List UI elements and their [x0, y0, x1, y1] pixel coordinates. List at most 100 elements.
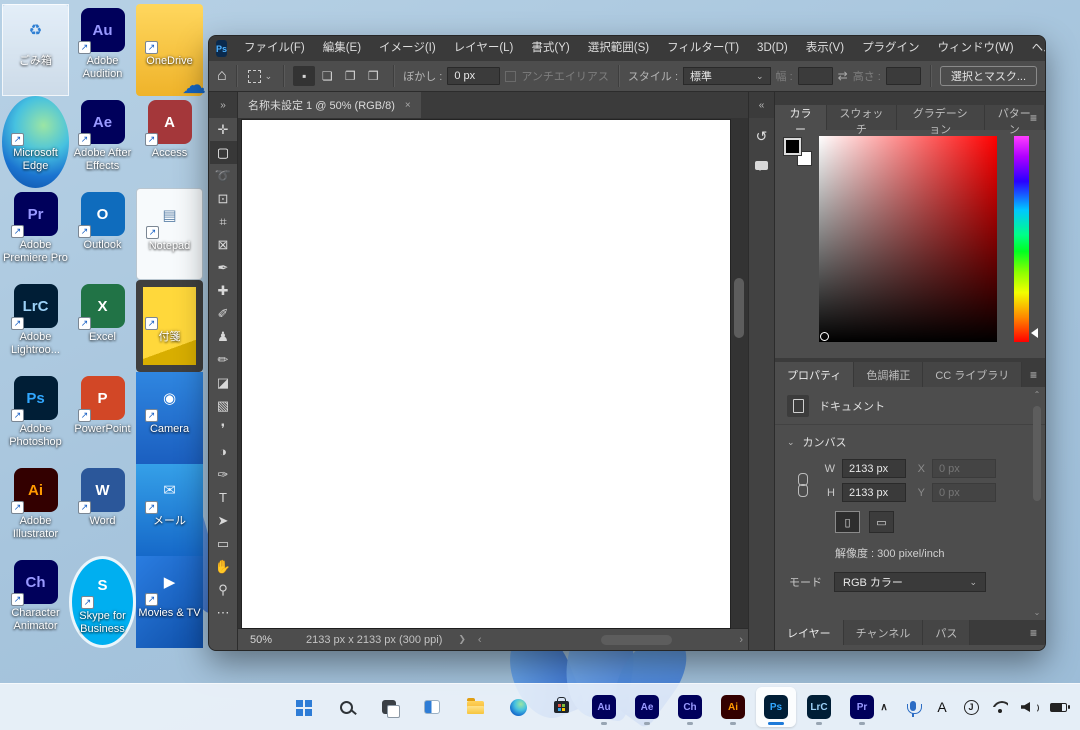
height-input[interactable]: [886, 67, 921, 85]
scroll-left-icon[interactable]: ‹: [478, 634, 482, 646]
tab-properties[interactable]: プロパティ: [775, 362, 854, 387]
panel-menu-icon[interactable]: ≡: [1030, 105, 1037, 130]
hue-slider-marker[interactable]: [1026, 328, 1038, 338]
hand-tool[interactable]: ✋: [210, 555, 237, 578]
ime-mode-a[interactable]: A: [932, 687, 952, 727]
edit-toolbar-button[interactable]: ⋯: [210, 601, 237, 624]
menu-plugins[interactable]: プラグイン: [853, 36, 929, 61]
frame-tool[interactable]: ⊠: [210, 233, 237, 256]
start-button[interactable]: [283, 687, 323, 727]
landscape-orientation-button[interactable]: ▭: [869, 511, 894, 533]
menu-3d[interactable]: 3D(D): [748, 36, 797, 61]
subtract-selection-mode[interactable]: ❐: [339, 66, 361, 86]
powerpoint[interactable]: P ↗ PowerPoint: [69, 372, 136, 464]
panel-menu-icon[interactable]: ≡: [1030, 362, 1037, 387]
panel-menu-icon[interactable]: ≡: [1030, 620, 1037, 645]
movies-tv[interactable]: ▶ ↗ Movies & TV: [136, 556, 203, 648]
scroll-right-icon[interactable]: ›: [739, 634, 743, 646]
width-input[interactable]: [798, 67, 833, 85]
status-chevron-icon[interactable]: ❯: [458, 634, 466, 645]
object-selection-tool[interactable]: ⊡: [210, 187, 237, 210]
dock-collapse-icon[interactable]: «: [749, 92, 774, 118]
tab-color[interactable]: カラー: [775, 105, 827, 130]
store-button[interactable]: [541, 687, 581, 727]
menu-type[interactable]: 書式(Y): [522, 36, 578, 61]
rectangular-marquee-tool[interactable]: ▢: [210, 141, 237, 164]
canvas-width-input[interactable]: 2133 px: [842, 459, 906, 478]
adobe-illustrator[interactable]: Ai ↗ Adobe Illustrator: [2, 464, 69, 556]
widgets-button[interactable]: [412, 687, 452, 727]
notepad[interactable]: ▤ ↗ Notepad: [136, 188, 203, 280]
menu-view[interactable]: 表示(V): [797, 36, 853, 61]
path-selection-tool[interactable]: ➤: [210, 509, 237, 532]
feather-input[interactable]: 0 px: [447, 67, 500, 85]
blur-tool[interactable]: ❜: [210, 417, 237, 440]
type-tool[interactable]: T: [210, 486, 237, 509]
eraser-tool[interactable]: ◪: [210, 371, 237, 394]
link-dimensions-icon[interactable]: [797, 473, 807, 497]
saturation-brightness-field[interactable]: [819, 136, 997, 342]
taskbar-photoshop[interactable]: Ps: [756, 687, 796, 727]
tab-adjustments[interactable]: 色調補正: [854, 362, 923, 387]
taskbar-lightroom[interactable]: LrC: [799, 687, 839, 727]
menu-help[interactable]: ヘルプ(H): [1023, 36, 1046, 61]
healing-brush-tool[interactable]: ✚: [210, 279, 237, 302]
tab-paths[interactable]: パス: [923, 620, 970, 645]
outlook[interactable]: O ↗ Outlook: [69, 188, 136, 280]
canvas-section-header[interactable]: ⌄ カンバス: [775, 425, 1045, 454]
taskbar-illustrator[interactable]: Ai: [713, 687, 753, 727]
sticky-notes[interactable]: ↗ 付箋: [136, 280, 203, 372]
history-panel-icon[interactable]: ↺: [751, 125, 773, 147]
foreground-color-swatch[interactable]: [784, 138, 801, 155]
horizontal-scrollbar[interactable]: ‹ ›: [478, 634, 743, 646]
canvas[interactable]: [242, 120, 730, 628]
adobe-photoshop[interactable]: Ps ↗ Adobe Photoshop: [2, 372, 69, 464]
panel-scrollbar[interactable]: ⌃ ⌄: [1031, 389, 1043, 618]
eyedropper-tool[interactable]: ✒: [210, 256, 237, 279]
scroll-up-icon[interactable]: ⌃: [1034, 389, 1041, 400]
tool-preset-picker[interactable]: ⌄: [246, 68, 275, 85]
menu-window[interactable]: ウィンドウ(W): [929, 36, 1023, 61]
brush-tool[interactable]: ✐: [210, 302, 237, 325]
crop-tool[interactable]: ⌗: [210, 210, 237, 233]
tab-gradients[interactable]: グラデーション: [897, 105, 985, 130]
taskbar-character-animator[interactable]: Ch: [670, 687, 710, 727]
menu-filter[interactable]: フィルター(T): [658, 36, 748, 61]
battery-icon[interactable]: [1048, 687, 1068, 727]
menu-edit[interactable]: 編集(E): [314, 36, 370, 61]
clone-stamp-tool[interactable]: ♟: [210, 325, 237, 348]
wifi-icon[interactable]: [990, 687, 1010, 727]
scroll-down-icon[interactable]: ⌄: [1034, 607, 1041, 618]
move-tool[interactable]: ✛: [210, 118, 237, 141]
add-selection-mode[interactable]: ❏: [316, 66, 338, 86]
onedrive[interactable]: ↗ OneDrive: [136, 4, 203, 96]
menu-file[interactable]: ファイル(F): [235, 36, 314, 61]
style-select[interactable]: 標準 ⌄: [683, 67, 771, 85]
camera[interactable]: ◉ ↗ Camera: [136, 372, 203, 464]
search-button[interactable]: [326, 687, 366, 727]
microphone-icon[interactable]: [903, 687, 923, 727]
antialias-checkbox[interactable]: [505, 71, 516, 82]
recycle-bin[interactable]: ♻ ごみ箱: [2, 4, 69, 96]
new-selection-mode[interactable]: ▪: [293, 66, 315, 86]
zoom-level[interactable]: 50%: [238, 634, 296, 646]
tab-channels[interactable]: チャンネル: [844, 620, 924, 645]
panel-scrollbar-thumb[interactable]: [1033, 406, 1041, 501]
hidden-icons-chevron[interactable]: ∧: [874, 687, 894, 727]
task-view-button[interactable]: [369, 687, 409, 727]
adobe-after-effects[interactable]: Ae ↗ Adobe After Effects: [69, 96, 136, 188]
file-explorer-button[interactable]: [455, 687, 495, 727]
adobe-audition[interactable]: Au ↗ Adobe Audition: [69, 4, 136, 96]
horizontal-scrollbar-thumb[interactable]: [601, 635, 673, 645]
edge-button[interactable]: [498, 687, 538, 727]
toolbar-expand-icon[interactable]: »: [209, 92, 237, 118]
pen-tool[interactable]: ✑: [210, 463, 237, 486]
tab-cc-libraries[interactable]: CC ライブラリ: [923, 362, 1022, 387]
history-brush-tool[interactable]: ✏: [210, 348, 237, 371]
menu-select[interactable]: 選択範囲(S): [579, 36, 658, 61]
excel[interactable]: X ↗ Excel: [69, 280, 136, 372]
portrait-orientation-button[interactable]: ▯: [835, 511, 860, 533]
tab-layers[interactable]: レイヤー: [775, 620, 844, 645]
taskbar-after-effects[interactable]: Ae: [627, 687, 667, 727]
mail[interactable]: ✉ ↗ メール: [136, 464, 203, 556]
